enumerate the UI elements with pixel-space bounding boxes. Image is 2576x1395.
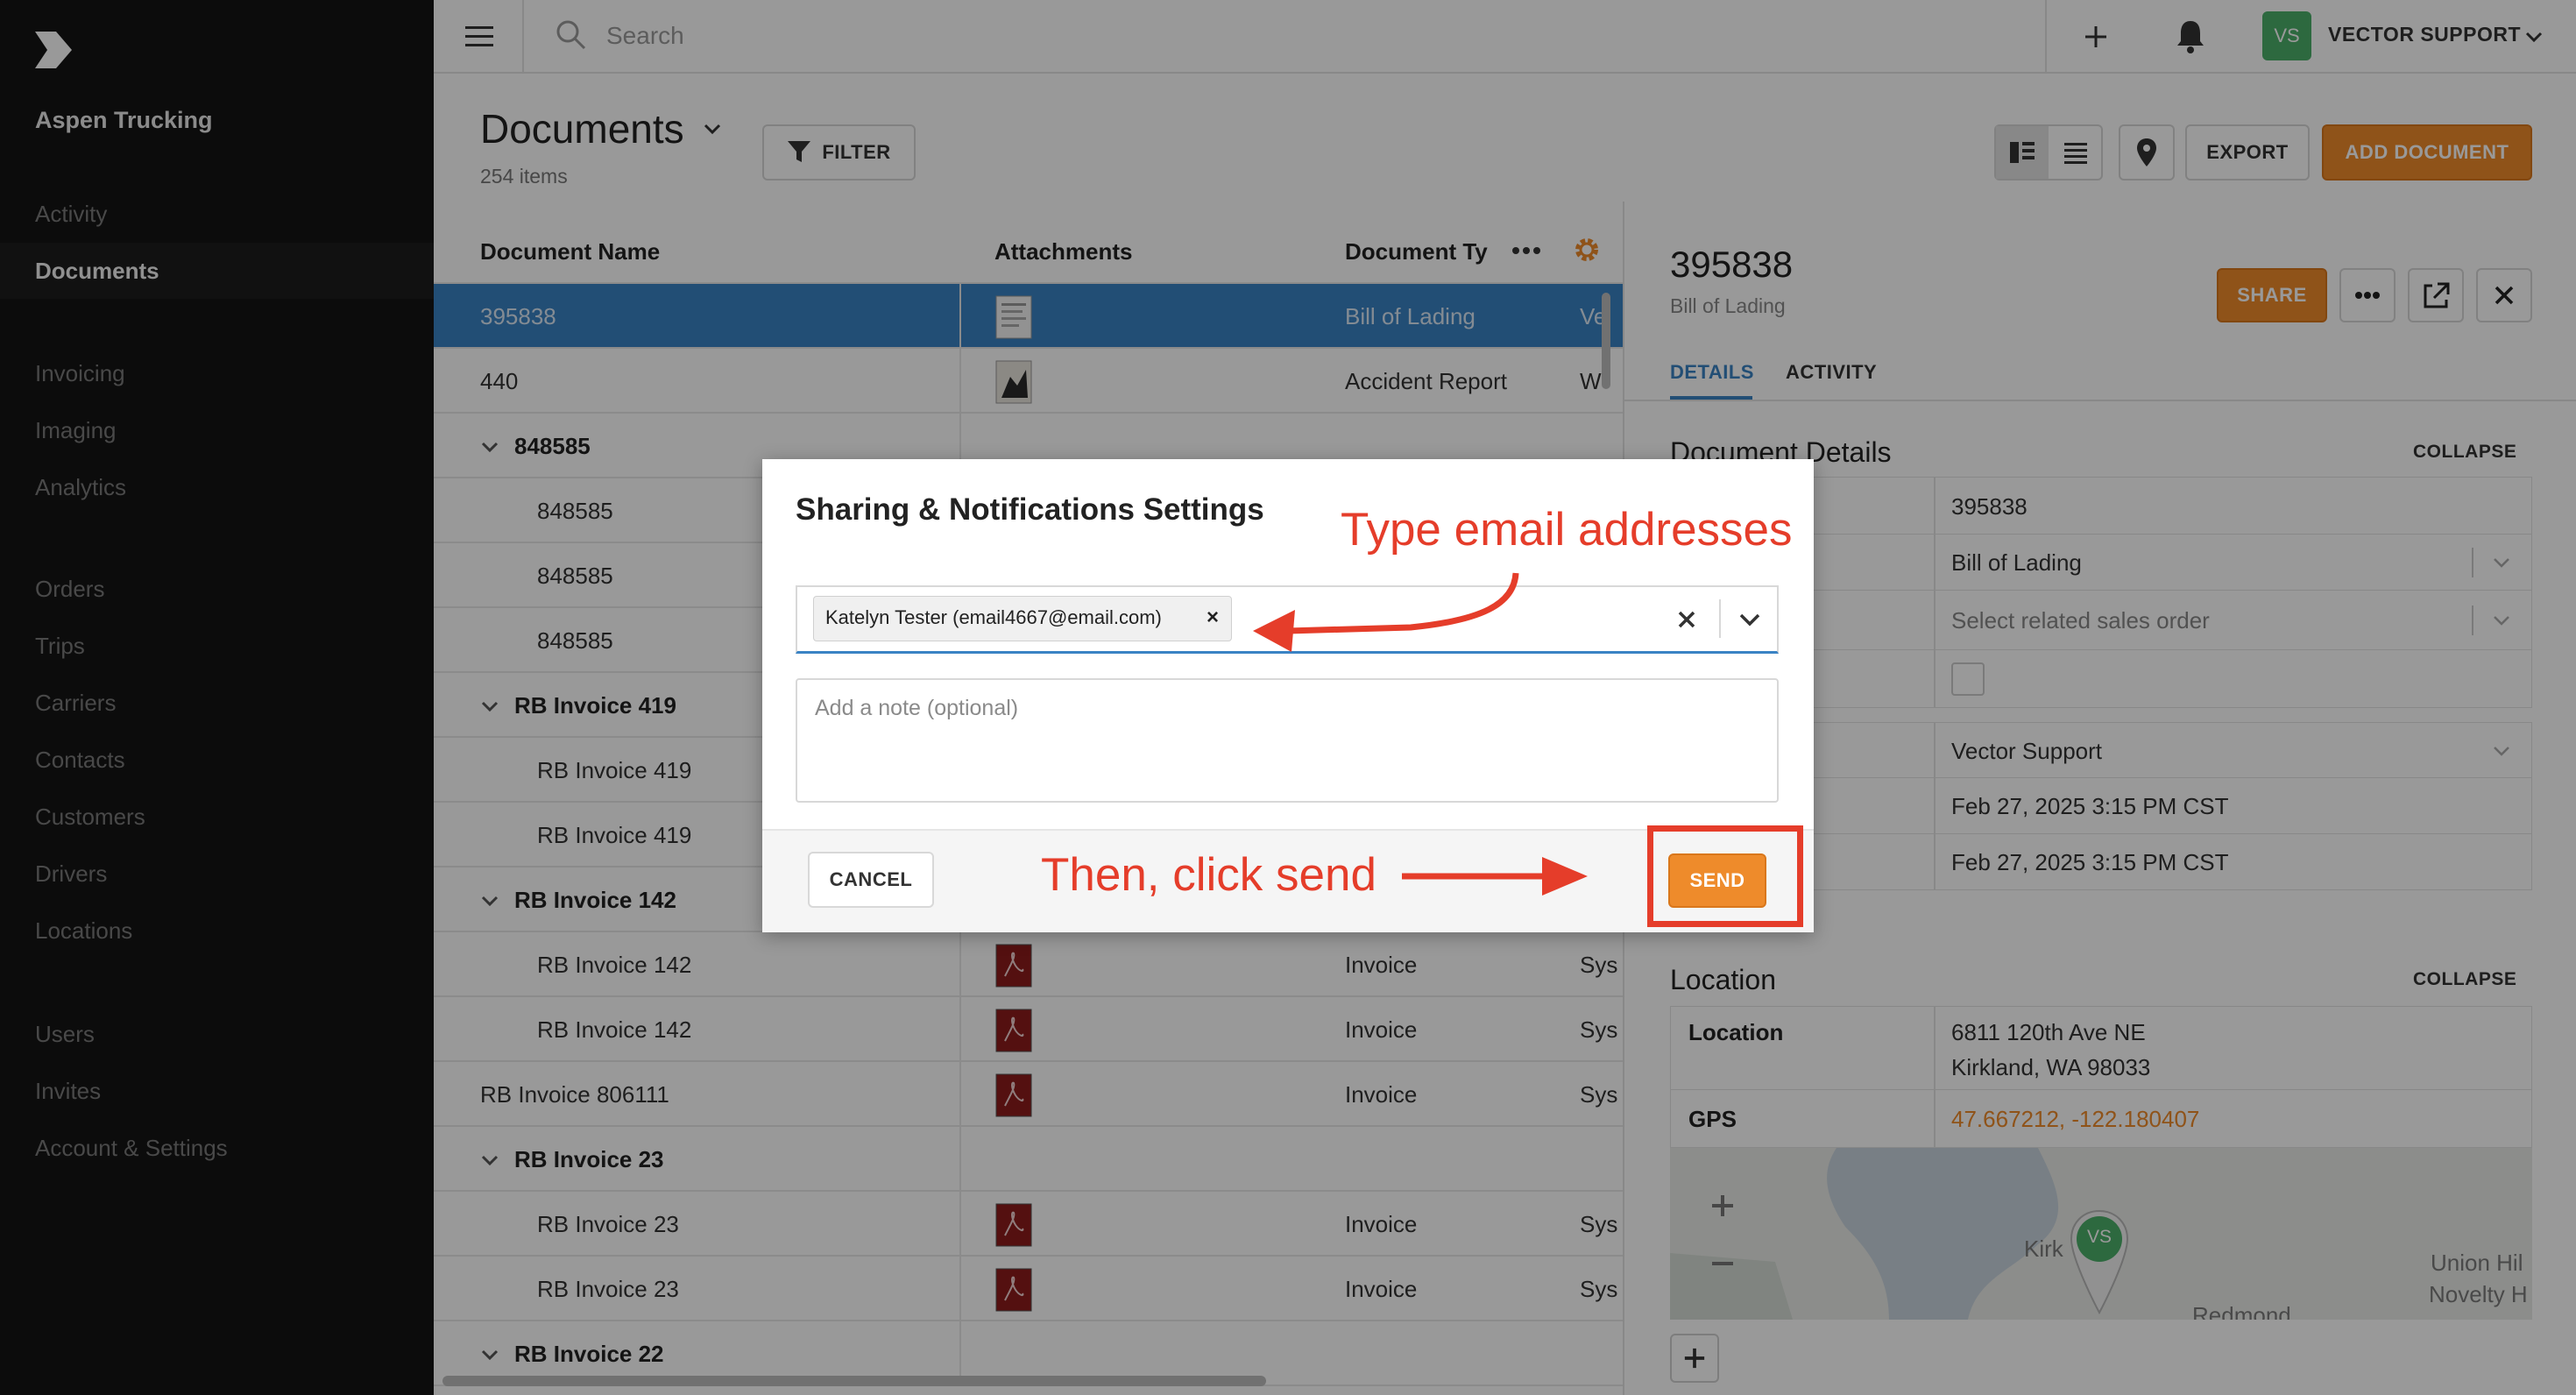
modal-title: Sharing & Notifications Settings <box>796 492 1264 527</box>
remove-recipient-icon[interactable]: × <box>1204 606 1221 629</box>
chevron-down-icon[interactable] <box>1735 605 1765 634</box>
clear-icon[interactable] <box>1672 605 1702 634</box>
annotation-highlight-box <box>1647 825 1803 927</box>
arrow-left-icon <box>1253 572 1519 652</box>
note-input[interactable] <box>796 678 1779 803</box>
input-divider <box>1719 599 1721 638</box>
annotation-send-hint: Then, click send <box>1041 849 1376 901</box>
recipient-chip-label: Katelyn Tester (email4667@email.com) <box>825 606 1162 628</box>
cancel-button[interactable]: CANCEL <box>808 852 934 908</box>
annotation-email-hint: Type email addresses <box>1341 503 1793 556</box>
arrow-right-icon <box>1402 857 1588 896</box>
